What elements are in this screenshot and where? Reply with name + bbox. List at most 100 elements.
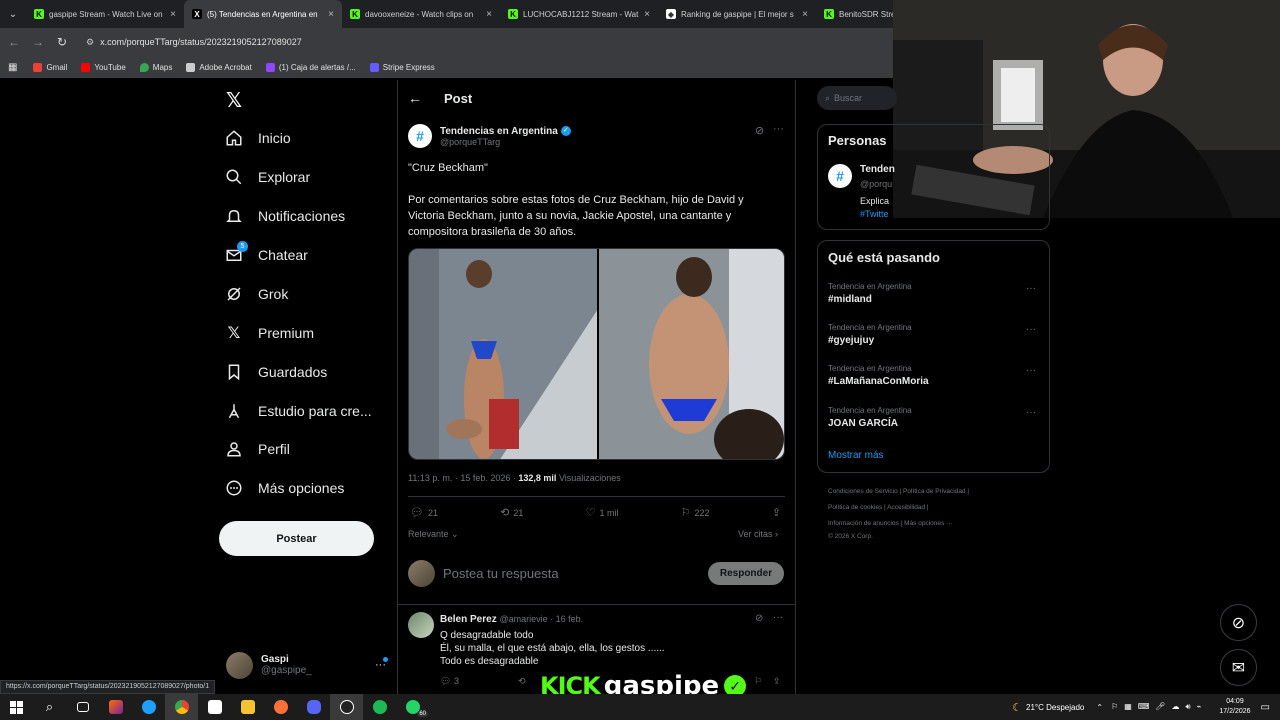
bookmark-maps[interactable]: Maps	[139, 62, 172, 72]
sort-dropdown[interactable]: Relevante ⌄	[408, 529, 459, 540]
weather[interactable]: 21°C Despejado	[1026, 703, 1084, 712]
more-icon[interactable]: ···	[773, 612, 783, 623]
show-more-link[interactable]: Mostrar más	[828, 450, 884, 461]
share-button[interactable]: ⇪	[772, 506, 785, 519]
x-logo-icon[interactable]: 𝕏	[226, 88, 242, 113]
more-icon[interactable]: ···	[375, 657, 388, 671]
account-switcher[interactable]: Gaspi @gaspipe_ ···	[226, 648, 388, 682]
bookmark-stripe[interactable]: Stripe Express	[369, 62, 435, 72]
comment-repost-button[interactable]: ⟲	[518, 676, 526, 687]
tray-icons[interactable]: ⚐▦⌨🎤︎☁🔊︎⌁	[1111, 702, 1207, 712]
more-icon[interactable]: ···	[1026, 283, 1036, 294]
notification-icon[interactable]: ▭	[1261, 702, 1270, 713]
more-icon[interactable]: ···	[1026, 365, 1036, 376]
like-button[interactable]: ♡ 1 mil	[586, 506, 619, 519]
people-tag[interactable]: #Twitte	[860, 209, 889, 219]
footer-link[interactable]: Más opciones ···	[904, 520, 952, 527]
whatsapp-icon[interactable]: 60	[396, 694, 429, 720]
close-icon[interactable]: ×	[170, 9, 176, 20]
tab-3[interactable]: K LUCHOCABJ1212 Stream - Wat ×	[500, 0, 658, 28]
clock[interactable]: 04:09 17/2/2026	[1219, 697, 1250, 717]
widgets-icon[interactable]	[99, 694, 132, 720]
people-avatar[interactable]: #	[828, 164, 852, 188]
nav-home[interactable]: Inicio	[224, 128, 291, 148]
tab-0[interactable]: Kgaspipe Stream - Watch Live on ×	[26, 0, 184, 28]
trend-item[interactable]: Tendencia en Argentina #midland	[828, 282, 912, 305]
folder-icon[interactable]	[231, 694, 264, 720]
apps-icon[interactable]: ▦	[8, 62, 17, 73]
nav-bookmarks[interactable]: Guardados	[224, 362, 327, 382]
grok-fab-button[interactable]: ⊘	[1220, 604, 1257, 641]
repost-button[interactable]: ⟲ 21	[500, 506, 523, 519]
bookmark-button[interactable]: ⚐ 222	[681, 506, 710, 519]
bookmark-gmail[interactable]: Gmail	[33, 62, 67, 72]
chrome-icon[interactable]	[165, 694, 198, 720]
post-media[interactable]	[408, 248, 785, 460]
footer-link[interactable]: Accesibilidad	[887, 504, 925, 511]
firefox-icon[interactable]	[264, 694, 297, 720]
author-name[interactable]: Tendencias en Argentina	[440, 126, 558, 137]
comment-bookmark-button[interactable]: ⚐	[754, 676, 762, 687]
more-icon[interactable]: ···	[1026, 324, 1036, 335]
grok-explain-icon[interactable]: ⊘	[755, 124, 764, 137]
site-info-icon[interactable]: ⚙	[86, 37, 94, 48]
tab-2[interactable]: Kdavooxeneize - Watch clips on ×	[342, 0, 500, 28]
url-field[interactable]: ⚙ x.com/porqueTTarg/status/20232190521270…	[86, 37, 302, 48]
nav-premium[interactable]: 𝕏 Premium	[224, 323, 314, 343]
tab-4[interactable]: ◆ Ranking de gaspipe | El mejor s ×	[658, 0, 816, 28]
footer-link[interactable]: Información de anuncios	[828, 520, 899, 527]
more-icon[interactable]: ···	[1026, 407, 1036, 418]
photo-2[interactable]	[596, 249, 784, 459]
back-button[interactable]: ←	[2, 35, 26, 49]
search-input[interactable]: ⌕ Buscar	[817, 86, 897, 110]
more-icon[interactable]: ···	[773, 123, 784, 135]
trend-item[interactable]: Tendencia en Argentina #LaMañanaConMoria	[828, 364, 929, 387]
post-button[interactable]: Postear	[219, 521, 374, 556]
messages-fab-button[interactable]: ✉	[1220, 649, 1257, 686]
photo-1[interactable]	[409, 249, 597, 459]
search-icon[interactable]: ⌕	[33, 694, 66, 720]
people-name[interactable]: Tenden	[860, 164, 895, 175]
bookmark-acrobat[interactable]: Adobe Acrobat	[186, 62, 252, 72]
reply-input[interactable]: Postea tu respuesta	[443, 566, 708, 581]
reply-submit-button[interactable]: Responder	[708, 561, 784, 585]
windows-start-icon[interactable]	[0, 694, 33, 720]
nav-notifications[interactable]: Notificaciones	[224, 206, 345, 226]
spotify-icon[interactable]	[363, 694, 396, 720]
discord-icon[interactable]	[297, 694, 330, 720]
comment-reply-button[interactable]: 💬︎ 3	[440, 676, 459, 687]
nav-more[interactable]: Más opciones	[224, 478, 344, 498]
obs-icon[interactable]	[330, 694, 363, 720]
nav-creator-studio[interactable]: Estudio para cre...	[224, 401, 372, 421]
edge-icon[interactable]	[132, 694, 165, 720]
post-author[interactable]: # Tendencias en Argentina ✓ @porqueTTarg	[408, 124, 571, 148]
comment-author[interactable]: Belen Perez	[440, 614, 497, 625]
close-icon[interactable]: ×	[486, 9, 492, 20]
nav-grok[interactable]: Grok	[224, 284, 288, 304]
store-icon[interactable]	[198, 694, 231, 720]
see-quotes-link[interactable]: Ver citas ›	[738, 529, 778, 539]
tab-1[interactable]: X (5) Tendencias en Argentina en ×	[184, 0, 342, 28]
comment-share-button[interactable]: ⇪	[773, 676, 781, 687]
bookmark-alerts[interactable]: (1) Caja de alertas /...	[265, 62, 356, 72]
nav-chat[interactable]: 5 Chatear	[224, 241, 308, 265]
nav-profile[interactable]: Perfil	[224, 439, 290, 459]
trend-item[interactable]: Tendencia en Argentina JOAN GARCÍA	[828, 406, 912, 429]
forward-button[interactable]: →	[26, 35, 50, 49]
chevron-up-icon[interactable]: ⌃	[1096, 703, 1103, 712]
avatar[interactable]	[408, 612, 434, 638]
reload-button[interactable]: ↻	[50, 35, 74, 49]
close-icon[interactable]: ×	[328, 9, 334, 20]
close-icon[interactable]: ×	[644, 9, 650, 20]
close-icon[interactable]: ×	[802, 9, 808, 20]
author-avatar[interactable]: #	[408, 124, 432, 148]
task-view-icon[interactable]	[66, 694, 99, 720]
back-arrow-icon[interactable]: ←	[408, 90, 422, 106]
trend-item[interactable]: Tendencia en Argentina #gyejujuy	[828, 323, 912, 346]
nav-explore[interactable]: Explorar	[224, 167, 310, 187]
tab-search-button[interactable]: ⌄	[0, 0, 26, 28]
footer-link[interactable]: Política de cookies	[828, 504, 882, 511]
footer-link[interactable]: Condiciones de Servicio	[828, 488, 898, 495]
bookmark-youtube[interactable]: YouTube	[81, 62, 126, 72]
grok-explain-icon[interactable]: ⊘	[755, 613, 763, 624]
